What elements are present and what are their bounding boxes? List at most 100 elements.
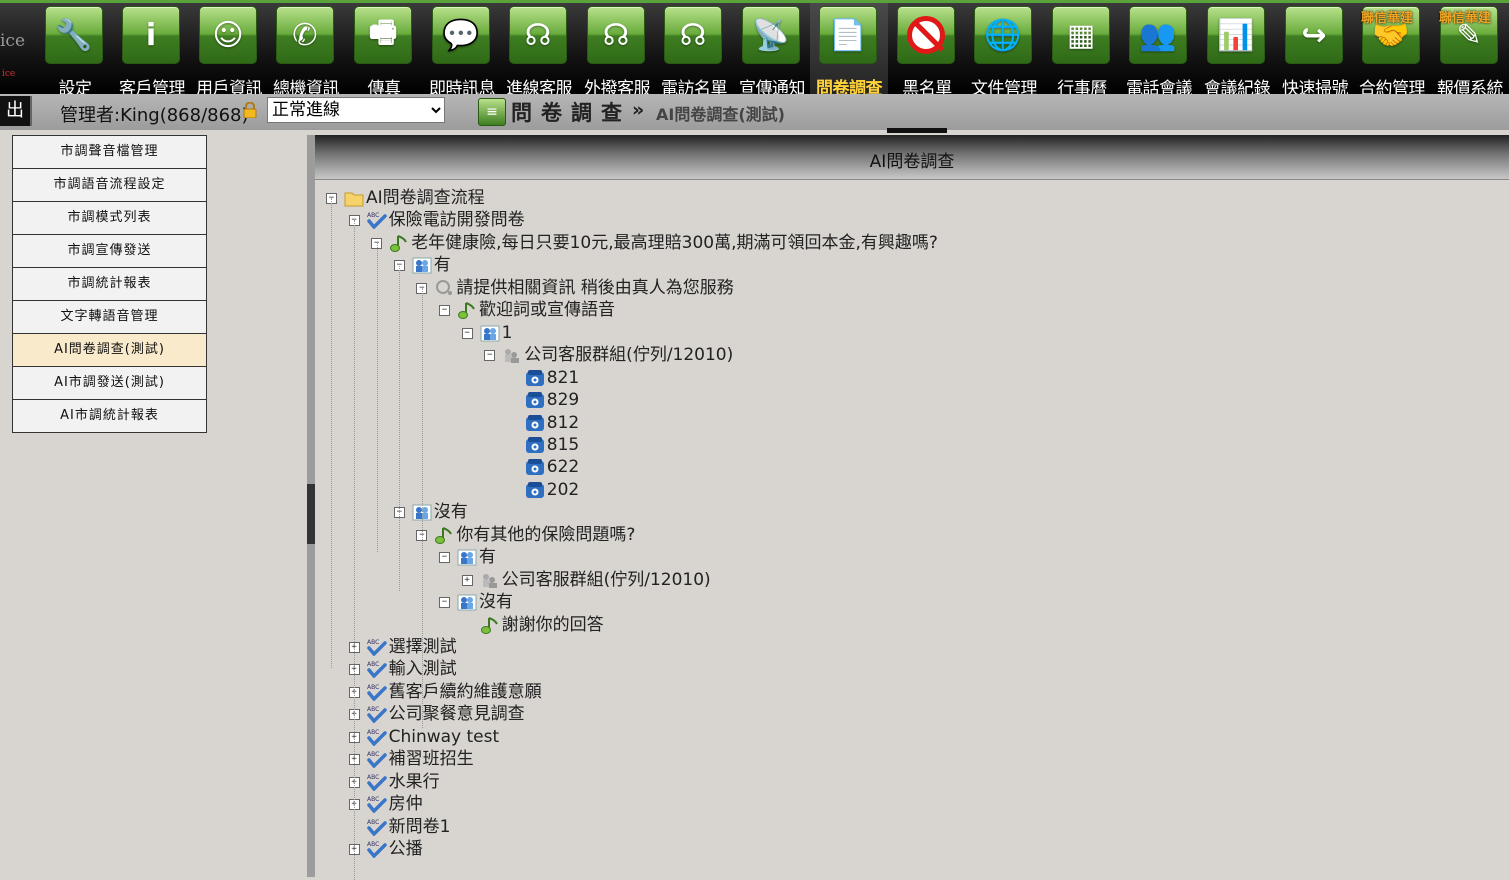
sidebar-item[interactable]: 文字轉語音管理 [12, 301, 207, 334]
sidebar-item[interactable]: 市調模式列表 [12, 202, 207, 235]
tree-node[interactable]: 829 [315, 389, 1505, 411]
tree-node-label[interactable]: 821 [547, 367, 579, 389]
broadcast-icon[interactable]: 📡 [742, 6, 800, 64]
tree-node-label[interactable]: 房仲 [389, 793, 423, 815]
tree-node[interactable]: + ABC 輸入測試 [315, 658, 1505, 680]
document-icon[interactable]: 📄 [819, 6, 877, 64]
tree-node-label[interactable]: 謝謝你的回答 [502, 614, 604, 636]
toolbar-item-user-info[interactable]: ☺ 用戶資訊 [190, 3, 268, 99]
tree-node[interactable]: + ABC 水果行 [315, 771, 1505, 793]
toolbar-item-customers[interactable]: i 客戶管理 [113, 3, 191, 99]
tree-node[interactable]: −1 [315, 322, 1505, 344]
user-desk-icon[interactable]: ☺ [199, 6, 257, 64]
expand-toggle-icon[interactable]: + [461, 574, 473, 586]
tree-node[interactable]: − 沒有 [315, 501, 1505, 523]
tree-node-label[interactable]: 新問卷1 [389, 816, 451, 838]
tree-node-label[interactable]: 有 [479, 546, 496, 568]
tree-node[interactable]: + ABC 選擇測試 [315, 636, 1505, 658]
tree-node-label[interactable]: 622 [547, 456, 579, 478]
toolbar-item-fax[interactable]: 🖷 傳真 [345, 3, 423, 99]
tree-node-label[interactable]: 1 [502, 322, 513, 344]
toolbar-item-calendar[interactable]: ▦ 行事曆 [1043, 3, 1121, 99]
toolbar-item-broadcast[interactable]: 📡 宣傳通知 [733, 3, 811, 99]
tree-node[interactable]: − 你有其他的保險問題嗎? [315, 524, 1505, 546]
sidebar-item[interactable]: AI市調發送(測試) [12, 367, 207, 400]
tree-node-label[interactable]: 有 [434, 254, 451, 276]
tree-node-label[interactable]: 舊客戶續約維護意願 [389, 681, 542, 703]
tree-node-label[interactable]: 812 [547, 412, 579, 434]
tree-node[interactable]: 202 [315, 479, 1505, 501]
tree-node-label[interactable]: 沒有 [479, 591, 513, 613]
tree-node[interactable]: ABC 新問卷1 [315, 816, 1505, 838]
presentation-icon[interactable]: 📊 [1207, 6, 1265, 64]
tree-node[interactable]: + ABC 公司聚餐意見調查 [315, 703, 1505, 725]
collapse-toggle-icon[interactable]: − [484, 350, 496, 362]
headset-list-icon[interactable]: ☊ [664, 6, 722, 64]
tree-node[interactable]: 622 [315, 456, 1505, 478]
toolbar-item-im[interactable]: 💬 即時訊息 [423, 3, 501, 99]
chat-icon[interactable]: 💬 [432, 6, 490, 64]
tree-node-label[interactable]: 歡迎詞或宣傳語音 [479, 299, 615, 321]
tree-node[interactable]: 815 [315, 434, 1505, 456]
collapse-toggle-icon[interactable]: − [439, 597, 450, 609]
toolbar-item-quotes[interactable]: ✎ 聯信華建 報價系統 [1431, 3, 1509, 99]
calendar-icon[interactable]: ▦ [1052, 6, 1110, 64]
sidebar-item[interactable]: AI問卷調查(測試) [12, 334, 207, 367]
tree-node[interactable]: 812 [315, 412, 1505, 434]
tree-node[interactable]: + ABC 公播 [315, 838, 1505, 860]
fax-icon[interactable]: 🖷 [354, 6, 412, 64]
tree-node-label[interactable]: 水果行 [389, 771, 440, 793]
exit-button[interactable]: 出 [0, 96, 32, 126]
toolbar-item-inbound[interactable]: ☊ 進線客服 [500, 3, 578, 99]
tree-node-label[interactable]: 請提供相關資訊 稍後由真人為您服務 [456, 277, 733, 299]
breadcrumb-current[interactable]: AI問卷調查(測試) [656, 101, 785, 125]
tree-node[interactable]: 821 [315, 367, 1505, 389]
tree-node-label[interactable]: 815 [547, 434, 579, 456]
tree-node-label[interactable]: AI問卷調查流程 [366, 187, 485, 209]
tree-node[interactable]: − 有 [315, 546, 1505, 568]
toolbar-item-quick-dial[interactable]: ↪ 快速掃號 [1276, 3, 1354, 99]
tree-node-label[interactable]: 202 [547, 479, 579, 501]
toolbar-item-docs[interactable]: 🌐 文件管理 [965, 3, 1043, 99]
tree-node-label[interactable]: 你有其他的保險問題嗎? [456, 524, 635, 546]
tree-node[interactable]: − ABC 保險電訪開發問卷 [315, 209, 1505, 231]
info-icon[interactable]: i [122, 6, 180, 64]
tree-node[interactable]: + 公司客服群組(佇列/12010) [315, 569, 1505, 591]
phone-icon[interactable]: ✆ [276, 6, 334, 64]
tree-node-label[interactable]: 保險電訪開發問卷 [389, 209, 525, 231]
headset-in-icon[interactable]: ☊ [509, 6, 567, 64]
toolbar-item-contracts[interactable]: 🤝 聯信華建 合約管理 [1353, 3, 1431, 99]
tree-node-label[interactable]: 公司客服群組(佇列/12010) [524, 344, 733, 366]
tree-node-label[interactable]: Chinway test [389, 726, 500, 748]
splitter-handle[interactable] [307, 484, 315, 544]
line-status-select[interactable]: 正常進線 [267, 97, 445, 123]
tree-node[interactable]: + ABC 房仲 [315, 793, 1505, 815]
tree-node-label[interactable]: 老年健康險,每日只要10元,最高理賠300萬,期滿可領回本金,有興趣嗎? [411, 232, 938, 254]
toolbar-item-outbound[interactable]: ☊ 外撥客服 [578, 3, 656, 99]
toolbar-item-call-list[interactable]: ☊ 電訪名單 [655, 3, 733, 99]
sidebar-item[interactable]: 市調語音流程設定 [12, 169, 207, 202]
tree-node-label[interactable]: 補習班招生 [389, 748, 474, 770]
conference-icon[interactable]: 👥 [1129, 6, 1187, 64]
collapse-toggle-icon[interactable]: − [439, 552, 450, 564]
tree-node[interactable]: 謝謝你的回答 [315, 614, 1505, 636]
blacklist-icon[interactable] [897, 6, 955, 64]
tree-node-label[interactable]: 公播 [389, 838, 423, 860]
tree-node[interactable]: − 歡迎詞或宣傳語音 [315, 299, 1505, 321]
tree-node[interactable]: − 有 [315, 254, 1505, 276]
toolbar-item-minutes[interactable]: 📊 會議紀錄 [1198, 3, 1276, 99]
collapse-toggle-icon[interactable]: − [439, 305, 450, 317]
toolbar-item-conference[interactable]: 👥 電話會議 [1120, 3, 1198, 99]
wrench-icon[interactable]: 🔧 [45, 6, 103, 64]
sidebar-item[interactable]: 市調聲音檔管理 [12, 135, 207, 169]
tree-node-label[interactable]: 沒有 [434, 501, 468, 523]
toolbar-item-switch-info[interactable]: ✆ 總機資訊 [267, 3, 345, 99]
sidebar-item[interactable]: 市調統計報表 [12, 268, 207, 301]
collapse-toggle-icon[interactable]: − [461, 327, 473, 339]
tree-node[interactable]: − AI問卷調查流程 [315, 187, 1505, 209]
toolbar-item-settings[interactable]: 🔧 設定 [36, 3, 114, 99]
tree-node[interactable]: − 公司客服群組(佇列/12010) [315, 344, 1505, 366]
toolbar-item-blacklist[interactable]: 黑名單 [888, 3, 966, 99]
globe-icon[interactable]: 🌐 [974, 6, 1032, 64]
sidebar-item[interactable]: AI市調統計報表 [12, 400, 207, 433]
